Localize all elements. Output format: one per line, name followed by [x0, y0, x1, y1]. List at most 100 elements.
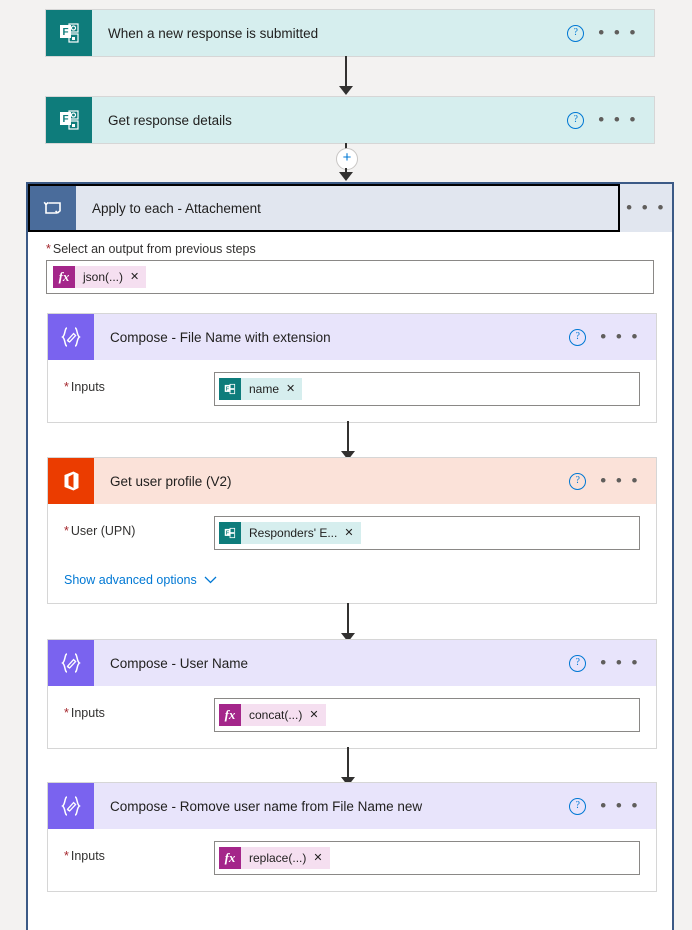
field-label: * Inputs [64, 372, 214, 394]
field-label-text: Inputs [70, 849, 105, 863]
field-row: * Inputs F name ✕ [64, 372, 640, 406]
token-label: name [241, 378, 287, 400]
token-label: Responders' E... [241, 522, 345, 544]
dynamic-content-token[interactable]: F name ✕ [219, 378, 303, 400]
apply-to-each-body: * Select an output from previous steps fx… [28, 232, 672, 294]
microsoft-forms-icon: F [219, 378, 241, 400]
apply-to-each-header-main[interactable]: Apply to each - Attachement [28, 184, 620, 232]
field-label: * Inputs [64, 841, 214, 863]
inputs-field[interactable]: F name ✕ [214, 372, 640, 406]
action-card-body: * User (UPN) F Responders' E... ✕ Show a… [48, 504, 656, 603]
field-row: * User (UPN) F Responders' E... ✕ [64, 516, 640, 550]
help-icon[interactable]: ? [569, 654, 587, 672]
remove-token-icon[interactable]: ✕ [130, 266, 147, 288]
svg-text:F: F [63, 27, 69, 38]
remove-token-icon[interactable]: ✕ [309, 704, 326, 726]
field-label: * Inputs [64, 698, 214, 720]
more-menu-icon[interactable]: • • • [600, 797, 640, 814]
action-card-title: Get user profile (V2) [110, 473, 232, 489]
field-label-text: Inputs [70, 380, 105, 394]
action-card-compose-user-name[interactable]: Compose - User Name ? • • • * Inputs fx c… [48, 640, 656, 748]
chevron-down-icon [204, 576, 217, 584]
field-row: * Inputs fx concat(...) ✕ [64, 698, 640, 732]
action-card-title: Compose - User Name [110, 655, 249, 671]
scope-field-label-text: Select an output from previous steps [52, 242, 256, 256]
compose-icon [48, 640, 94, 686]
token-label: concat(...) [241, 704, 310, 726]
header-actions: ? • • • [569, 654, 656, 672]
action-card-header[interactable]: Get user profile (V2) ? • • • [48, 458, 656, 504]
action-card-header[interactable]: Compose - File Name with extension ? • •… [48, 314, 656, 360]
action-card-header[interactable]: Compose - User Name ? • • • [48, 640, 656, 686]
action-card-body: * Inputs F name ✕ [48, 360, 656, 422]
svg-text:F: F [63, 114, 69, 125]
help-icon[interactable]: ? [567, 111, 585, 129]
action-card-get-user-profile[interactable]: Get user profile (V2) ? • • • * User (UPN… [48, 458, 656, 603]
compose-icon [48, 783, 94, 829]
microsoft-forms-icon: F [219, 522, 241, 544]
remove-token-icon[interactable]: ✕ [286, 378, 303, 400]
required-marker: * [64, 849, 69, 863]
more-menu-icon[interactable]: • • • [598, 111, 638, 128]
action-card-body: * Inputs fx replace(...) ✕ [48, 829, 656, 891]
header-actions: ? • • • [567, 24, 654, 42]
more-menu-icon[interactable]: • • • [600, 328, 640, 345]
expression-token[interactable]: fx json(...) ✕ [53, 266, 147, 288]
microsoft-forms-icon: F [46, 10, 92, 56]
action-card-get-response-details[interactable]: F Get response details ? • • • [46, 97, 654, 143]
compose-icon [48, 314, 94, 360]
action-card-header[interactable]: Compose - Romove user name from File Nam… [48, 783, 656, 829]
advanced-options-row: Show advanced options [64, 572, 640, 587]
expression-token[interactable]: fx concat(...) ✕ [219, 704, 326, 726]
action-card-title: Compose - Romove user name from File Nam… [110, 798, 423, 814]
more-menu-icon[interactable]: • • • [600, 654, 640, 671]
help-icon[interactable]: ? [569, 328, 587, 346]
more-menu-icon[interactable]: • • • [598, 24, 638, 41]
required-marker: * [64, 706, 69, 720]
required-marker: * [64, 380, 69, 394]
help-icon[interactable]: ? [569, 472, 587, 490]
inputs-field[interactable]: fx concat(...) ✕ [214, 698, 640, 732]
connector-arrow [339, 172, 353, 181]
fx-icon: fx [219, 847, 241, 869]
required-marker: * [64, 524, 69, 538]
apply-to-each-header[interactable]: Apply to each - Attachement • • • [28, 184, 672, 232]
action-card-compose-file-name[interactable]: Compose - File Name with extension ? • •… [48, 314, 656, 422]
show-advanced-options-label: Show advanced options [64, 573, 197, 587]
apply-to-each-scope[interactable]: Apply to each - Attachement • • • * Selec… [26, 182, 674, 930]
connector-line [347, 603, 349, 635]
connector-line [347, 421, 349, 453]
required-marker: * [46, 242, 51, 256]
connector-line [345, 56, 347, 88]
show-advanced-options-link[interactable]: Show advanced options [64, 573, 217, 587]
user-upn-field[interactable]: F Responders' E... ✕ [214, 516, 640, 550]
fx-icon: fx [53, 266, 75, 288]
remove-token-icon[interactable]: ✕ [344, 522, 361, 544]
scope-output-input[interactable]: fx json(...) ✕ [46, 260, 654, 294]
connector-arrow [339, 86, 353, 95]
action-card-title: When a new response is submitted [108, 25, 319, 41]
action-card-header[interactable]: F Get response details ? • • • [46, 97, 654, 143]
expression-token[interactable]: fx replace(...) ✕ [219, 847, 330, 869]
more-menu-icon[interactable]: • • • [626, 199, 666, 216]
add-step-button[interactable]: + [336, 148, 358, 170]
action-card-compose-remove-user-name[interactable]: Compose - Romove user name from File Nam… [48, 783, 656, 891]
remove-token-icon[interactable]: ✕ [313, 847, 330, 869]
action-card-header[interactable]: F When a new response is submitted ? • •… [46, 10, 654, 56]
scope-header-actions: • • • [620, 184, 672, 232]
action-card-body: * Inputs fx concat(...) ✕ [48, 686, 656, 748]
help-icon[interactable]: ? [567, 24, 585, 42]
field-row: * Inputs fx replace(...) ✕ [64, 841, 640, 875]
flow-designer-canvas: F When a new response is submitted ? • •… [0, 0, 692, 930]
action-card-trigger[interactable]: F When a new response is submitted ? • •… [46, 10, 654, 56]
inputs-field[interactable]: fx replace(...) ✕ [214, 841, 640, 875]
more-menu-icon[interactable]: • • • [600, 472, 640, 489]
fx-icon: fx [219, 704, 241, 726]
help-icon[interactable]: ? [569, 797, 587, 815]
token-label: json(...) [75, 266, 131, 288]
action-card-title: Compose - File Name with extension [110, 329, 331, 345]
dynamic-content-token[interactable]: F Responders' E... ✕ [219, 522, 361, 544]
action-card-title: Get response details [108, 112, 232, 128]
field-label-text: Inputs [70, 706, 105, 720]
microsoft-forms-icon: F [46, 97, 92, 143]
